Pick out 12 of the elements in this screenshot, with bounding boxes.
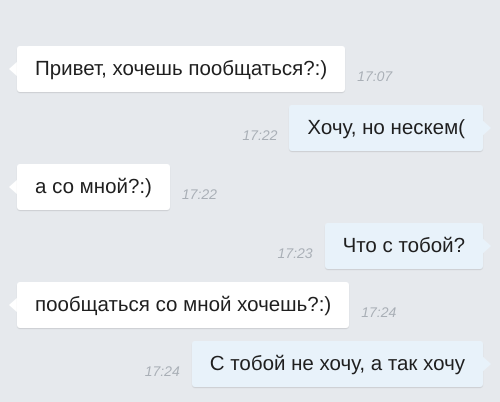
message-bubble: а со мной?:) [17, 164, 170, 210]
timestamp: 17:24 [144, 362, 180, 380]
timestamp: 17:07 [357, 66, 392, 86]
timestamp: 17:24 [361, 302, 396, 322]
message-bubble: пообщаться со мной хочешь?:) [17, 282, 350, 328]
timestamp: 17:23 [278, 244, 313, 262]
message-bubble: С тобой не хочу, а так хочу [192, 341, 483, 387]
timestamp: 17:22 [182, 184, 217, 204]
timestamp: 17:22 [242, 126, 278, 144]
message-bubble: Привет, хочешь пообщаться?:) [17, 46, 346, 92]
message-bubble: Что с тобой? [324, 223, 483, 269]
message-bubble: Хочу, но нескем( [289, 105, 483, 151]
